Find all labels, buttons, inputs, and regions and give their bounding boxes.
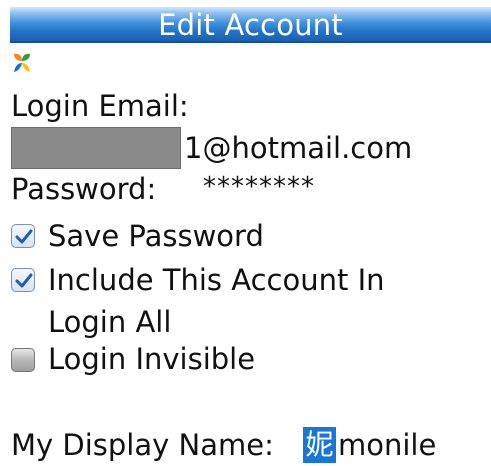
display-name-field[interactable]: monile	[338, 428, 436, 462]
display-name-label: My Display Name:	[11, 428, 274, 462]
login-invisible-checkbox[interactable]	[11, 348, 35, 372]
password-field[interactable]: ********	[203, 170, 315, 204]
edit-account-screen: Edit Account Login Email: 1@hotmail.com …	[0, 0, 491, 466]
title-bar: Edit Account	[10, 7, 491, 43]
redacted-email-block	[11, 127, 181, 169]
password-label: Password:	[11, 172, 157, 206]
screen-title: Edit Account	[158, 8, 343, 42]
include-account-label-line1: Include This Account In	[48, 263, 385, 297]
login-invisible-label: Login Invisible	[48, 342, 256, 376]
msn-butterfly-icon	[14, 53, 30, 72]
include-account-label-line2: Login All	[48, 305, 172, 339]
save-password-checkbox[interactable]	[11, 224, 35, 248]
display-name-selected-char[interactable]: 妮	[303, 427, 336, 463]
login-email-field[interactable]: 1@hotmail.com	[184, 131, 412, 165]
checkmark-icon	[15, 229, 33, 244]
checkmark-icon	[15, 273, 33, 288]
include-account-checkbox[interactable]	[11, 268, 35, 292]
save-password-label: Save Password	[48, 219, 264, 253]
login-email-label: Login Email:	[11, 89, 189, 123]
